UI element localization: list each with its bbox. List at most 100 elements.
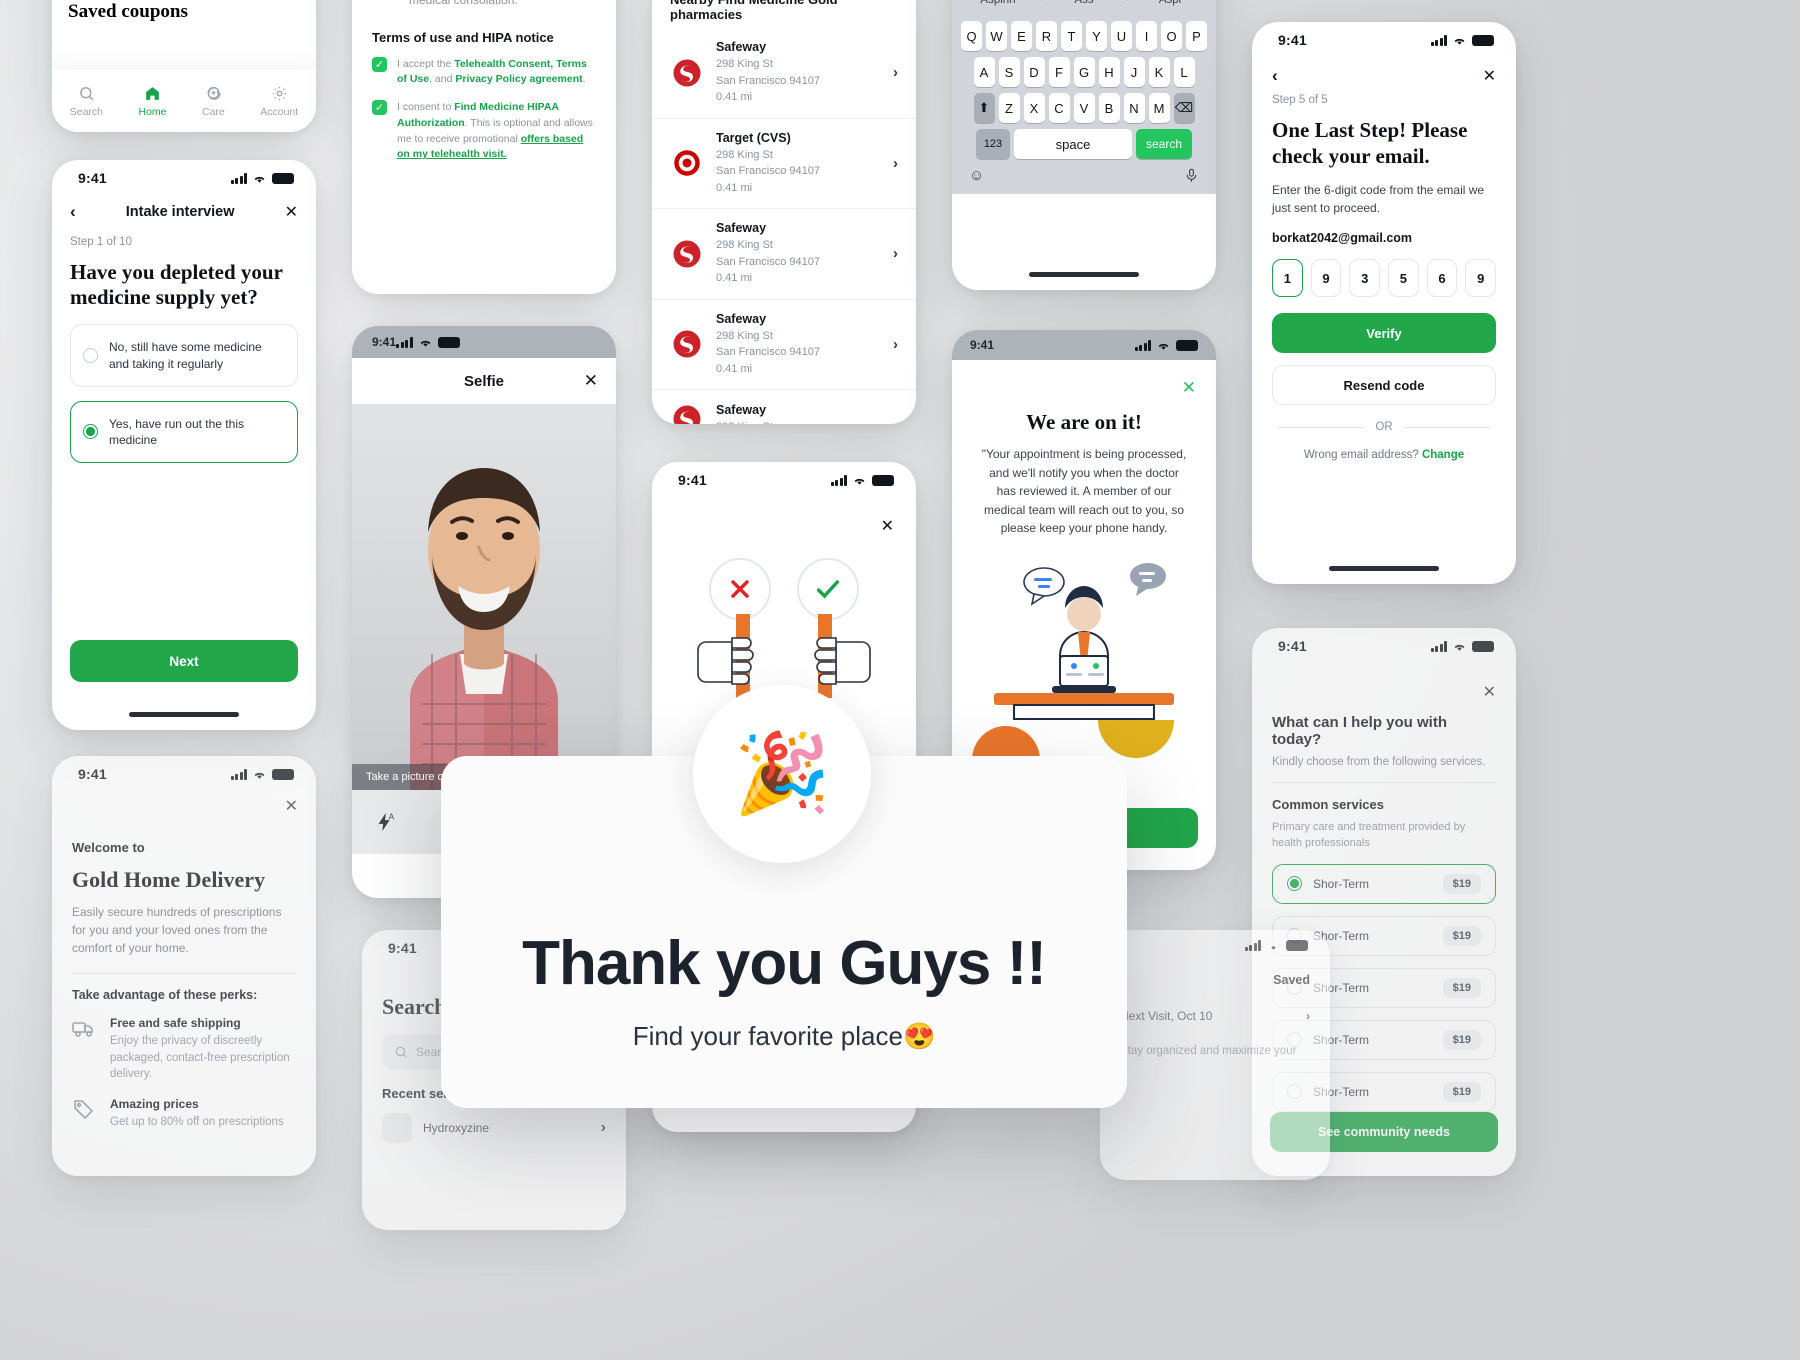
key-n[interactable]: N [1123,93,1145,123]
otp-digit-5[interactable]: 6 [1426,259,1458,298]
pharmacy-row[interactable]: Target (CVS) 298 King St San Francisco 9… [652,117,916,209]
target-logo [670,146,704,180]
chevron-right-icon[interactable]: › [893,245,898,262]
services-section-title: Common services [1272,797,1384,812]
change-email-link[interactable]: Change [1422,449,1464,461]
key-q[interactable]: Q [961,21,982,51]
consent-row-2[interactable]: ✓ I consent to Find Medicine HIPAA Autho… [352,88,616,163]
tab-search-label: Search [69,105,104,118]
keyboard-row-1: Q W E R T Y U I O P [955,21,1213,51]
suggestion-2[interactable]: Aspi [1127,0,1213,6]
next-visit-row[interactable]: Next Visit, Oct 10 › [1100,987,1330,1023]
otp-digit-4[interactable]: 5 [1388,259,1419,298]
shift-icon[interactable]: ⬆ [973,93,995,123]
key-a[interactable]: A [973,57,995,87]
key-b[interactable]: B [1098,93,1120,123]
otp-input-group[interactable]: 1 9 3 5 6 9 [1252,245,1516,298]
close-icon[interactable]: ✕ [652,492,916,536]
pharmacy-row[interactable]: Safeway 298 King St San Francisco 94107 … [652,28,916,118]
key-s[interactable]: S [998,57,1020,87]
key-y[interactable]: Y [1086,21,1107,51]
pharmacy-row[interactable]: Safeway 298 King St San Francisco 94107 … [652,208,916,299]
suggestion-1[interactable]: Ass [1041,0,1127,6]
perk-title: Free and safe shipping [110,1016,241,1030]
otp-digit-2[interactable]: 9 [1310,259,1342,298]
keyboard-row-4: 123 space search [955,129,1213,159]
tab-home[interactable]: Home [139,85,167,118]
close-icon[interactable]: ✕ [952,360,1216,398]
pharmacy-row[interactable]: Safeway 298 King St [652,389,916,424]
next-button[interactable]: Next [70,640,298,682]
key-k[interactable]: K [1148,57,1170,87]
chevron-right-icon[interactable]: › [893,155,898,172]
key-g[interactable]: G [1073,57,1095,87]
key-p[interactable]: P [1186,21,1207,51]
pharmacy-addr1: 298 King St [716,239,773,251]
key-f[interactable]: F [1048,57,1070,87]
key-h[interactable]: H [1098,57,1120,87]
key-w[interactable]: W [986,21,1007,51]
chevron-right-icon[interactable]: › [893,64,898,81]
pharmacy-distance: 0.41 mi [716,272,753,284]
emoji-icon[interactable]: ☺ [969,167,984,184]
close-icon[interactable]: ✕ [1483,66,1496,86]
key-d[interactable]: D [1023,57,1045,87]
key-t[interactable]: T [1061,21,1082,51]
close-icon[interactable]: ✕ [285,202,298,222]
wifi-icon [1454,644,1465,651]
key-l[interactable]: L [1173,57,1195,87]
key-o[interactable]: O [1161,21,1182,51]
microphone-icon[interactable] [1184,167,1199,184]
key-u[interactable]: U [1111,21,1132,51]
verify-button[interactable]: Verify [1272,313,1496,354]
key-j[interactable]: J [1123,57,1145,87]
status-time: 9:41 [970,338,995,352]
key-space[interactable]: space [1014,129,1132,159]
otp-digit-1[interactable]: 1 [1272,259,1303,298]
tab-account[interactable]: Account [260,85,298,118]
flash-auto-icon[interactable]: A [374,811,396,833]
pharmacy-row[interactable]: Safeway 298 King St San Francisco 94107 … [652,298,916,390]
tab-care[interactable]: Care [202,85,225,118]
service-item[interactable]: Shor-Term $19 [1272,863,1496,904]
pharmacy-name: Safeway [716,311,767,326]
checkbox-checked-icon[interactable]: ✓ [372,100,387,116]
close-icon[interactable]: ✕ [1252,658,1516,702]
welcome-title: Gold Home Delivery [72,867,266,892]
checkbox-checked-icon[interactable]: ✓ [372,56,387,72]
signal-icon [230,768,247,780]
resend-code-button[interactable]: Resend code [1272,365,1496,406]
option-no[interactable]: No, still have some medicine and taking … [70,324,298,387]
chevron-right-icon[interactable]: › [893,336,898,353]
otp-digit-6[interactable]: 9 [1465,259,1497,298]
backspace-icon[interactable]: ⌫ [1173,93,1195,123]
status-time: 9:41 [78,766,107,782]
welcome-eyebrow: Welcome to [72,840,145,855]
key-r[interactable]: R [1036,21,1057,51]
chevron-left-icon[interactable]: ‹ [70,202,76,222]
key-m[interactable]: M [1148,93,1170,123]
key-c[interactable]: C [1048,93,1070,123]
key-e[interactable]: E [1011,21,1032,51]
verify-body: Enter the 6-digit code from the email we… [1272,183,1485,216]
close-icon[interactable]: ✕ [584,371,598,391]
key-v[interactable]: V [1073,93,1095,123]
key-z[interactable]: Z [998,93,1020,123]
key-search[interactable]: search [1136,129,1192,159]
otp-digit-3[interactable]: 3 [1349,259,1381,298]
consent-row-1[interactable]: ✓ I accept the Telehealth Consent, Terms… [352,45,616,89]
suggestion-0[interactable]: Aspirin [955,0,1041,6]
status-time: 9:41 [388,940,417,956]
chevron-left-icon[interactable]: ‹ [1272,66,1278,86]
chevron-right-icon[interactable]: › [601,1119,606,1137]
key-numeric[interactable]: 123 [976,129,1010,159]
key-i[interactable]: I [1136,21,1157,51]
key-x[interactable]: X [1023,93,1045,123]
chevron-right-icon[interactable]: › [1306,1009,1310,1023]
saved-tab-label[interactable]: Saved [1100,955,1330,987]
signal-icon [230,172,247,184]
tab-search[interactable]: Search [70,85,103,118]
wrong-email-label: Wrong email address? [1303,449,1419,462]
option-yes[interactable]: Yes, have run out the this medicine [70,400,298,464]
close-icon[interactable]: ✕ [285,796,298,816]
